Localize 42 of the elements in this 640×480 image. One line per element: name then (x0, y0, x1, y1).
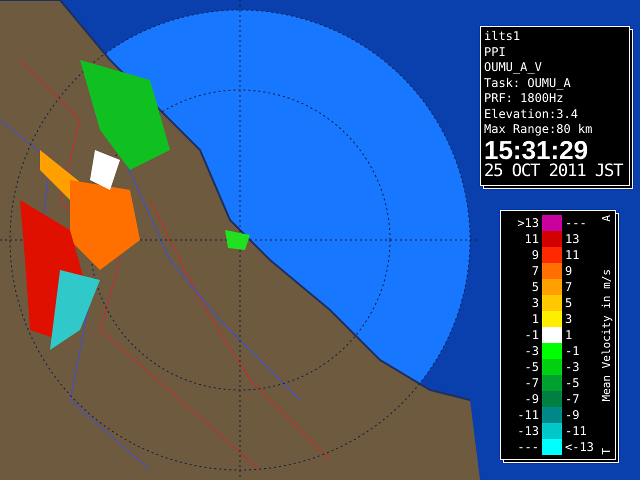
scale-label: 9 (530, 248, 539, 262)
info-text: Task: OUMU_A (484, 76, 572, 91)
info-text: Max Range:80 km (484, 122, 594, 138)
scale-label: --- (565, 216, 588, 230)
scale-label: 5 (530, 280, 539, 294)
scale-label: -3 (565, 360, 580, 374)
scale-label: 1 (530, 312, 539, 326)
time-text: 15:31:29 (484, 138, 590, 162)
date-text: 25 OCT 2011 JST (484, 162, 624, 180)
scale-label: 11 (524, 232, 539, 246)
legend-title: Mean Velocity in m/s (600, 268, 612, 402)
info-text: Elevation:3.4 (484, 106, 579, 122)
info-text: PPI (484, 44, 507, 60)
legend-mark: A (600, 215, 612, 222)
legend-mark: T (600, 448, 612, 455)
scale-label: -3 (524, 344, 539, 358)
scale-label: 9 (565, 264, 574, 278)
scale-label: 11 (565, 248, 580, 262)
scale-label: -1 (565, 344, 580, 358)
scale-label: -7 (565, 392, 580, 406)
scale-label: 1 (565, 328, 574, 342)
scale-label: -1 (524, 328, 539, 342)
scale-label: -9 (565, 408, 580, 422)
scale-label: >13 (516, 216, 539, 230)
scale-label: 5 (565, 296, 574, 310)
scale-label: --- (516, 440, 539, 454)
info-text: PRF: 1800Hz (484, 91, 564, 106)
scale-label: -9 (524, 392, 539, 406)
scale-label: -5 (565, 376, 580, 390)
scale-label: <-13 (565, 440, 595, 454)
scale-label: -11 (565, 424, 588, 438)
scale-label: -5 (524, 360, 539, 374)
scale-label: 13 (565, 232, 580, 246)
scale-label: 7 (530, 264, 539, 278)
scale-label: -7 (524, 376, 539, 390)
scale-label: -11 (516, 408, 539, 422)
scale-label: 3 (565, 312, 574, 326)
info-text: ilts1 (484, 29, 522, 44)
info-text: OUMU_A_V (484, 60, 543, 76)
scale-label: 7 (565, 280, 574, 294)
scale-label: -13 (516, 424, 539, 438)
scale-label: 3 (530, 296, 539, 310)
